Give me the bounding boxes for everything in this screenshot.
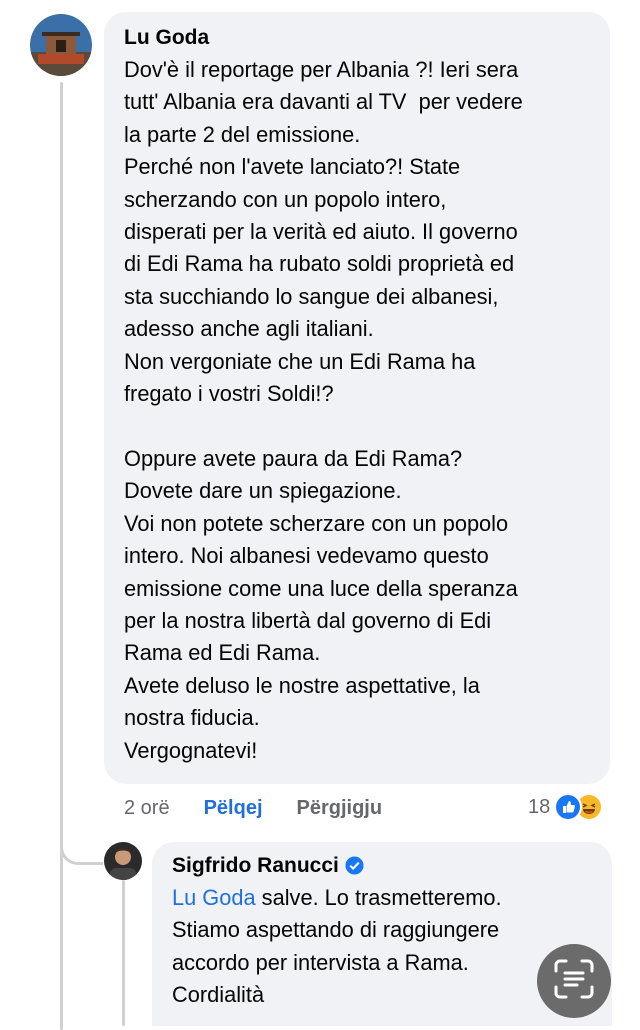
- reply-thread-line: [122, 880, 125, 1026]
- reactions[interactable]: 18: [528, 792, 604, 822]
- reply-text-block: Lu Goda salve. Lo trasmetteremo. Stiamo …: [172, 882, 594, 1012]
- reply-author[interactable]: Sigfrido Ranucci: [172, 854, 339, 877]
- like-button[interactable]: Pëlqej: [204, 797, 263, 820]
- scan-text-button[interactable]: [537, 944, 611, 1018]
- comment-actions: 2 orë Pëlqej Përgjigju: [124, 794, 416, 822]
- reaction-count: 18: [528, 795, 551, 818]
- like-icon: [554, 793, 583, 821]
- comment-text: Dov'è il reportage per Albania ?! Ieri s…: [124, 57, 523, 763]
- comment-time[interactable]: 2 orë: [124, 797, 170, 820]
- reply-button[interactable]: Përgjigju: [297, 797, 383, 820]
- comment-author[interactable]: Lu Goda: [124, 24, 592, 52]
- reply-avatar[interactable]: [104, 842, 142, 880]
- reply-connector: [60, 818, 103, 865]
- thread-line: [60, 82, 63, 1030]
- verified-badge-icon: [345, 855, 364, 875]
- mention-link[interactable]: Lu Goda: [172, 885, 256, 910]
- comment-bubble: Lu Goda Dov'è il reportage per Albania ?…: [104, 12, 610, 784]
- avatar[interactable]: [30, 14, 92, 76]
- reply-author-row: Sigfrido Ranucci: [172, 852, 594, 880]
- scan-text-icon: [552, 957, 596, 1006]
